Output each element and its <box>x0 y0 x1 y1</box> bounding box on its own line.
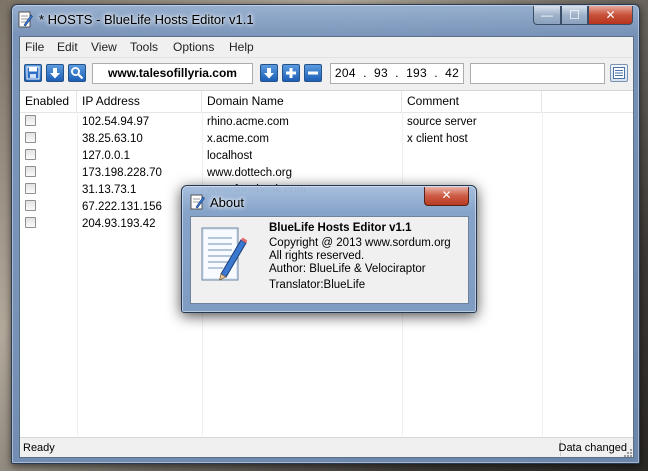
menu-edit[interactable]: Edit <box>57 40 78 54</box>
comment-cell: x client host <box>407 133 468 145</box>
magnifier-icon <box>71 67 84 80</box>
about-translator: Translator:BlueLife <box>269 279 366 291</box>
enabled-checkbox[interactable] <box>25 166 36 177</box>
domain-cell: x.acme.com <box>207 133 269 145</box>
ip-cell: 102.54.94.97 <box>82 116 150 128</box>
download-button[interactable] <box>46 64 64 82</box>
ip-cell: 38.25.63.10 <box>82 133 143 145</box>
list-icon <box>613 67 625 79</box>
enabled-checkbox[interactable] <box>25 183 36 194</box>
title-bar[interactable]: * HOSTS - BlueLife Hosts Editor v1.1 — ☐… <box>12 5 639 35</box>
about-copyright: Copyright @ 2013 www.sordum.org <box>269 237 451 249</box>
enabled-checkbox[interactable] <box>25 132 36 143</box>
about-dialog: About ✕ BlueLife Hosts Editor v1.1 Copyr… <box>181 185 477 313</box>
comment-cell: source server <box>407 116 477 128</box>
menu-file[interactable]: File <box>25 40 44 54</box>
resize-grip-icon[interactable] <box>621 446 633 458</box>
list-view-button[interactable] <box>610 64 628 82</box>
ip-cell: 204.93.193.42 <box>82 218 156 230</box>
menu-tools[interactable]: Tools <box>130 40 158 54</box>
arrow-down-icon <box>50 68 60 79</box>
menu-options[interactable]: Options <box>173 40 214 54</box>
minimize-button[interactable]: — <box>533 6 561 25</box>
ip-address-field[interactable]: 204 . 93 . 193 . 42 <box>330 63 464 84</box>
table-header: Enabled IP Address Domain Name Comment <box>20 91 633 113</box>
window-title: * HOSTS - BlueLife Hosts Editor v1.1 <box>39 12 254 27</box>
close-button[interactable]: ✕ <box>588 6 633 25</box>
notepad-edit-icon <box>190 194 205 210</box>
plus-icon <box>286 68 296 78</box>
move-down-button[interactable] <box>260 64 278 82</box>
toolbar: www.talesofillyria.com 204 . 93 . 193 . … <box>20 58 633 91</box>
about-rights: All rights reserved. <box>269 250 365 262</box>
enabled-checkbox[interactable] <box>25 200 36 211</box>
column-domain-name[interactable]: Domain Name <box>202 91 402 112</box>
ip-cell: 127.0.0.1 <box>82 150 130 162</box>
domain-cell: www.dottech.org <box>207 167 293 179</box>
ip-cell: 173.198.228.70 <box>82 167 162 179</box>
notepad-pencil-icon <box>201 227 247 281</box>
column-enabled[interactable]: Enabled <box>20 91 77 112</box>
table-row[interactable]: 38.25.63.10 x.acme.com x client host <box>20 130 633 147</box>
column-comment[interactable]: Comment <box>402 91 542 112</box>
table-row[interactable]: 127.0.0.1 localhost <box>20 147 633 164</box>
add-button[interactable] <box>282 64 300 82</box>
domain-cell: rhino.acme.com <box>207 116 289 128</box>
ip-cell: 31.13.73.1 <box>82 184 137 196</box>
status-bar: Ready Data changed <box>20 437 633 458</box>
about-content: BlueLife Hosts Editor v1.1 Copyright @ 2… <box>190 216 469 304</box>
arrow-down-icon <box>264 68 274 79</box>
menu-bar: File Edit View Tools Options Help <box>20 37 633 58</box>
save-button[interactable] <box>24 64 42 82</box>
enabled-checkbox[interactable] <box>25 149 36 160</box>
ip-cell: 67.222.131.156 <box>82 201 162 213</box>
column-ip-address[interactable]: IP Address <box>77 91 202 112</box>
table-row[interactable]: 173.198.228.70 www.dottech.org <box>20 164 633 181</box>
enabled-checkbox[interactable] <box>25 115 36 126</box>
notepad-edit-icon <box>18 11 33 28</box>
about-close-button[interactable]: ✕ <box>424 187 469 206</box>
domain-cell: localhost <box>207 150 253 162</box>
table-row[interactable]: 102.54.94.97 rhino.acme.com source serve… <box>20 113 633 130</box>
about-app-name: BlueLife Hosts Editor v1.1 <box>269 222 412 234</box>
minus-icon <box>308 71 318 75</box>
domain-field[interactable]: www.talesofillyria.com <box>92 63 253 84</box>
about-title: About <box>210 195 244 210</box>
remove-button[interactable] <box>304 64 322 82</box>
search-button[interactable] <box>68 64 86 82</box>
menu-help[interactable]: Help <box>229 40 254 54</box>
status-text: Ready <box>23 442 55 454</box>
enabled-checkbox[interactable] <box>25 217 36 228</box>
about-author: Author: BlueLife & Velociraptor <box>269 263 426 275</box>
menu-view[interactable]: View <box>91 40 117 54</box>
floppy-disk-icon <box>26 66 40 80</box>
status-changed: Data changed <box>558 442 628 454</box>
maximize-button[interactable]: ☐ <box>561 6 588 25</box>
comment-field[interactable] <box>470 63 605 84</box>
